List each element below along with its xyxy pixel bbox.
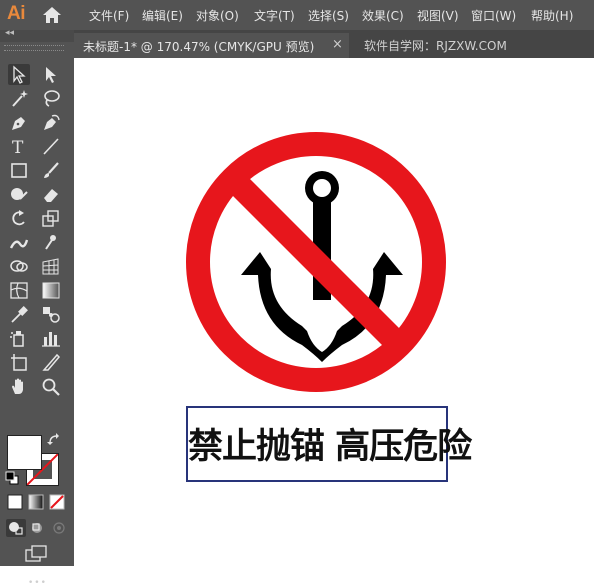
type-tool-icon[interactable]: T <box>8 136 30 157</box>
hand-tool-icon[interactable] <box>8 376 30 397</box>
line-segment-tool-icon[interactable] <box>40 136 62 157</box>
default-colors-icon[interactable] <box>5 471 19 485</box>
pen-tool-icon[interactable] <box>8 112 30 133</box>
gradient-mode-icon[interactable] <box>28 494 44 510</box>
tools-panel: ◂◂ T ••• <box>0 28 74 588</box>
draw-behind-icon[interactable] <box>28 519 48 537</box>
menu-file[interactable]: 文件(F) <box>89 7 129 24</box>
mesh-tool-icon[interactable] <box>8 280 30 301</box>
menu-edit[interactable]: 编辑(E) <box>142 7 183 24</box>
watermark-text: 软件自学网：RJZXW.COM <box>364 39 507 53</box>
menu-select[interactable]: 选择(S) <box>308 7 349 24</box>
eraser-tool-icon[interactable] <box>40 184 62 205</box>
artboard-canvas[interactable]: 禁止抛锚 高压危险 <box>74 58 594 566</box>
menu-effect[interactable]: 效果(C) <box>362 7 404 24</box>
more-tools-button[interactable]: ••• <box>28 578 47 588</box>
puppet-warp-tool-icon[interactable] <box>40 232 62 253</box>
panel-grip[interactable] <box>4 45 64 51</box>
eyedropper-tool-icon[interactable] <box>8 304 30 325</box>
rectangle-tool-icon[interactable] <box>8 160 30 181</box>
direct-selection-tool-icon[interactable] <box>40 64 62 85</box>
menu-window[interactable]: 窗口(W) <box>471 7 516 24</box>
tools-panel-header: ◂◂ <box>0 28 74 42</box>
menu-type[interactable]: 文字(T) <box>254 7 295 24</box>
lasso-tool-icon[interactable] <box>40 88 62 109</box>
screen-mode-icon[interactable] <box>24 544 48 564</box>
gradient-tool-icon[interactable] <box>40 280 62 301</box>
scale-tool-icon[interactable] <box>40 208 62 229</box>
close-icon[interactable]: × <box>332 37 343 52</box>
menu-bar: Ai 文件(F) 编辑(E) 对象(O) 文字(T) 选择(S) 效果(C) 视… <box>0 0 594 30</box>
document-tab-bar: 未标题-1* @ 170.47% (CMYK/GPU 预览) × 软件自学网：R… <box>74 30 594 58</box>
swap-colors-icon[interactable] <box>46 432 62 448</box>
menu-object[interactable]: 对象(O) <box>196 7 239 24</box>
warning-label-text: 禁止抛锚 高压危险 <box>188 427 472 467</box>
menu-view[interactable]: 视图(V) <box>417 7 459 24</box>
color-mode-icon[interactable] <box>7 494 23 510</box>
app-logo: Ai <box>7 3 26 24</box>
blend-tool-icon[interactable] <box>40 304 62 325</box>
none-mode-icon[interactable] <box>49 494 65 510</box>
paintbrush-tool-icon[interactable] <box>40 160 62 181</box>
slice-tool-icon[interactable] <box>40 352 62 373</box>
rotate-tool-icon[interactable] <box>8 208 30 229</box>
magic-wand-tool-icon[interactable] <box>8 88 30 109</box>
warning-label-box[interactable]: 禁止抛锚 高压危险 <box>186 406 472 482</box>
svg-text:T: T <box>12 138 24 157</box>
document-tab-title: 未标题-1* @ 170.47% (CMYK/GPU 预览) <box>83 40 315 54</box>
width-tool-icon[interactable] <box>8 232 30 253</box>
home-icon[interactable] <box>42 6 62 24</box>
symbol-sprayer-tool-icon[interactable] <box>8 328 30 349</box>
draw-normal-icon[interactable] <box>6 519 26 537</box>
curvature-tool-icon[interactable] <box>40 112 62 133</box>
document-tab[interactable]: 未标题-1* @ 170.47% (CMYK/GPU 预览) × <box>74 33 349 58</box>
prohibition-sign[interactable] <box>184 130 448 394</box>
perspective-grid-tool-icon[interactable] <box>40 256 62 277</box>
column-graph-tool-icon[interactable] <box>40 328 62 349</box>
fill-color-swatch[interactable] <box>7 435 42 470</box>
menu-help[interactable]: 帮助(H) <box>531 7 573 24</box>
shaper-tool-icon[interactable] <box>8 184 30 205</box>
shape-builder-tool-icon[interactable] <box>8 256 30 277</box>
artboard-tool-icon[interactable] <box>8 352 30 373</box>
selection-tool-icon[interactable] <box>8 64 30 85</box>
collapse-icon[interactable]: ◂◂ <box>5 28 14 38</box>
zoom-tool-icon[interactable] <box>40 376 62 397</box>
draw-inside-icon[interactable] <box>50 519 70 537</box>
